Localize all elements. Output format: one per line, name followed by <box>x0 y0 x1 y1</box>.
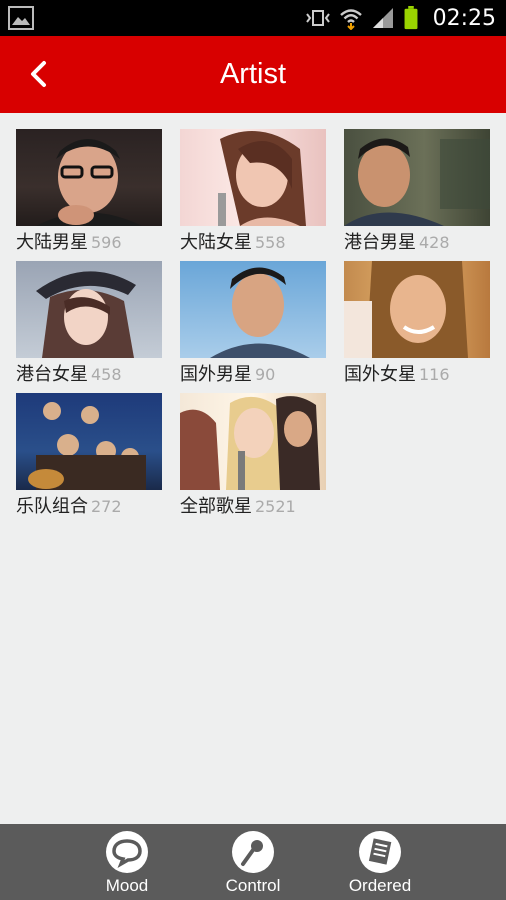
battery-icon <box>404 6 418 30</box>
category-name: 全部歌星 <box>180 496 252 517</box>
category-tile-all-singers[interactable]: 全部歌星 2521 <box>180 393 326 525</box>
nav-label: Ordered <box>348 876 412 895</box>
speech-bubble-icon <box>106 831 148 873</box>
status-bar: 02:25 <box>0 0 506 36</box>
title-bar: Artist <box>0 36 506 113</box>
gallery-notification-icon <box>8 6 34 30</box>
artist-photo <box>16 261 162 358</box>
category-tile-hktw-female[interactable]: 港台女星 458 <box>16 261 162 393</box>
nav-ordered-button[interactable]: Ordered <box>325 830 435 900</box>
bottom-nav-bar: Mood Control Ordered <box>0 824 506 900</box>
artist-photo <box>16 129 162 226</box>
category-name: 乐队组合 <box>16 496 88 517</box>
category-tile-mainland-male[interactable]: 大陆男星 596 <box>16 129 162 261</box>
category-name: 港台女星 <box>16 364 88 385</box>
category-count: 558 <box>255 233 286 252</box>
artist-photo <box>344 129 490 226</box>
back-button[interactable] <box>20 56 56 92</box>
artist-photo <box>16 393 162 490</box>
category-count: 428 <box>419 233 450 252</box>
artist-photo <box>180 393 326 490</box>
category-tile-mainland-female[interactable]: 大陆女星 558 <box>180 129 326 261</box>
category-count: 458 <box>91 365 122 384</box>
list-icon <box>359 831 401 873</box>
artist-category-grid: 大陆男星 596 大陆女星 558 港台男星 428 港台女星 458 国外男星… <box>16 129 496 525</box>
artist-photo <box>180 129 326 226</box>
wifi-icon <box>339 9 362 30</box>
category-name: 大陆男星 <box>16 232 88 253</box>
nav-label: Mood <box>105 876 149 895</box>
clock: 02:25 <box>432 5 496 31</box>
category-count: 90 <box>255 365 276 384</box>
category-count: 272 <box>91 497 122 516</box>
signal-icon <box>372 8 393 28</box>
artist-photo <box>180 261 326 358</box>
category-count: 2521 <box>255 497 296 516</box>
page-title: Artist <box>219 58 287 90</box>
category-name: 大陆女星 <box>180 232 252 253</box>
category-name: 港台男星 <box>344 232 416 253</box>
vibrate-icon <box>305 10 330 26</box>
artist-photo <box>344 261 490 358</box>
nav-control-button[interactable]: Control <box>198 830 308 900</box>
microphone-icon <box>232 831 274 873</box>
nav-mood-button[interactable]: Mood <box>72 830 182 900</box>
category-tile-hktw-male[interactable]: 港台男星 428 <box>344 129 490 261</box>
category-name: 国外男星 <box>180 364 252 385</box>
nav-label: Control <box>225 876 281 895</box>
category-tile-bands[interactable]: 乐队组合 272 <box>16 393 162 525</box>
category-name: 国外女星 <box>344 364 416 385</box>
chevron-left-icon <box>31 61 46 87</box>
category-tile-foreign-female[interactable]: 国外女星 116 <box>344 261 490 393</box>
category-count: 116 <box>419 365 450 384</box>
category-tile-foreign-male[interactable]: 国外男星 90 <box>180 261 326 393</box>
category-count: 596 <box>91 233 122 252</box>
